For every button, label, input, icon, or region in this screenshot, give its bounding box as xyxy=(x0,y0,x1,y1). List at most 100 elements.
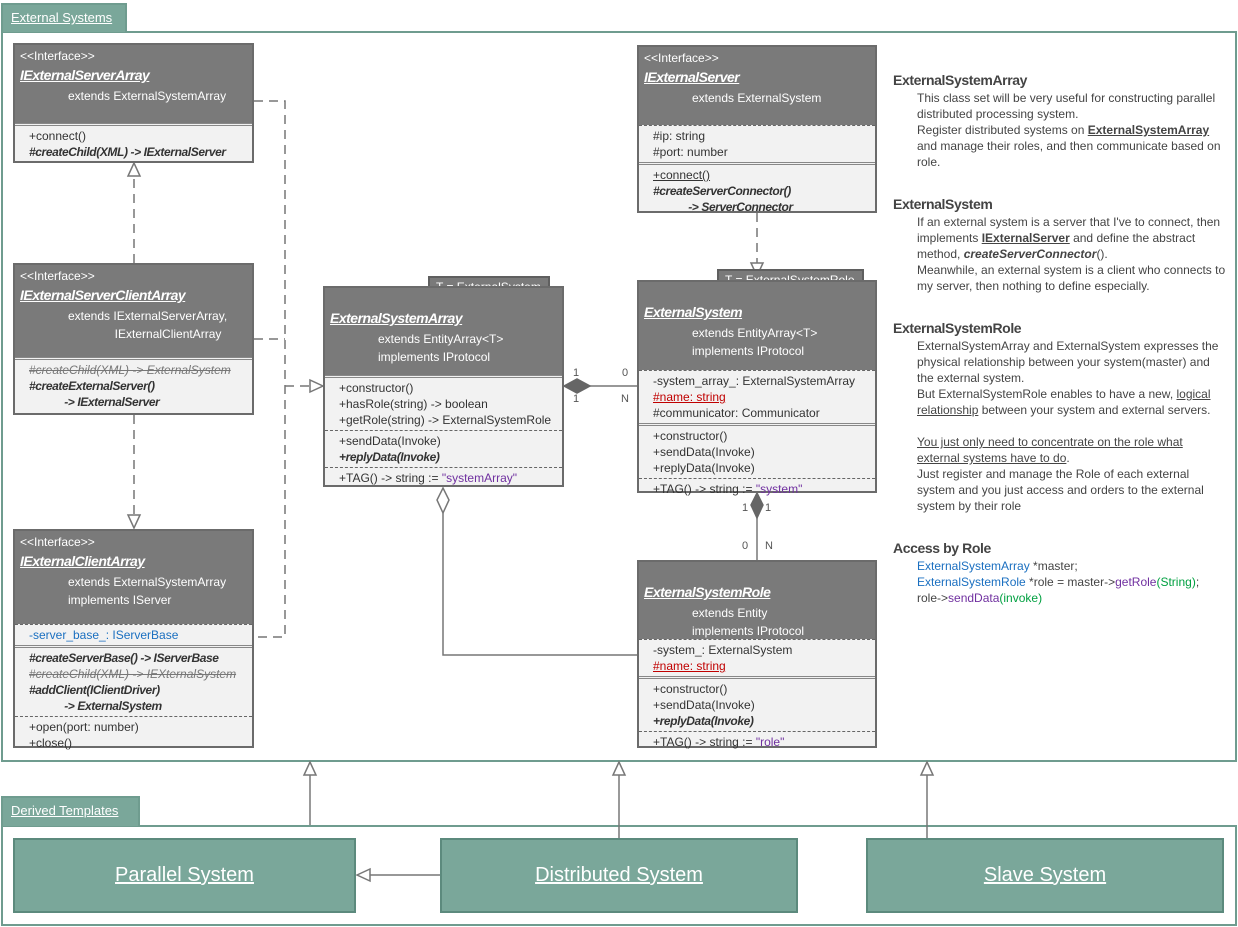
member-section: -system_array_: ExternalSystemArray #name… xyxy=(639,370,875,423)
class-iexternalserverarray[interactable]: <<Interface>> IExternalServerArray extends… xyxy=(13,43,254,163)
member-section: -server_base_: IServerBase xyxy=(15,624,252,645)
class-member: #name: string xyxy=(653,658,875,674)
class-member: -> ServerConnector xyxy=(653,199,875,215)
class-iexternalserverclientarray[interactable]: <<Interface>> IExternalServerClientArray e… xyxy=(13,263,254,415)
class-member: +getRole(string) -> ExternalSystemRole xyxy=(339,412,562,428)
member-section: +constructor() +sendData(Invoke) +replyDat… xyxy=(639,423,875,478)
class-member: +connect() xyxy=(29,128,252,144)
note-line: and manage their roles, and then communi… xyxy=(917,139,1221,169)
note-line: Register distributed systems on xyxy=(917,123,1088,137)
multiplicity: 0 xyxy=(622,367,629,379)
member-text: +replyData(Invoke) xyxy=(339,450,440,464)
class-member: -system_: ExternalSystem xyxy=(653,642,875,658)
member-text: #name: string xyxy=(653,659,726,673)
class-member: +constructor() xyxy=(653,681,875,697)
class-externalsystemarray[interactable]: ExternalSystemArray extends EntityArray<T… xyxy=(323,286,564,487)
distributed-system-box[interactable]: Distributed System xyxy=(440,838,798,913)
member-section: #createChild(XML) -> ExternalSystem #crea… xyxy=(15,357,252,412)
parallel-system-label[interactable]: Parallel System xyxy=(115,864,254,887)
member-text: +open(port: number) xyxy=(29,720,139,734)
class-member: +TAG() -> string := "role" xyxy=(653,734,875,750)
note-title: ExternalSystemRole xyxy=(893,320,1022,336)
class-member: +open(port: number) xyxy=(29,719,252,735)
parallel-system-box[interactable]: Parallel System xyxy=(13,838,356,913)
class-name[interactable]: IExternalServer xyxy=(644,69,870,85)
note-line: This class set will be very useful for c… xyxy=(917,91,1216,121)
class-name[interactable]: ExternalSystemRole xyxy=(644,584,870,600)
class-member: -server_base_: IServerBase xyxy=(29,627,252,643)
class-name[interactable]: ExternalSystemArray xyxy=(330,310,557,326)
class-member: +TAG() -> string := "system" xyxy=(653,481,875,497)
note-line: Meanwhile, an external system is a clien… xyxy=(917,263,1226,293)
stereotype: <<Interface>> xyxy=(644,51,719,65)
member-text: #createChild(XML) -> IExternalServer xyxy=(29,145,226,159)
note-text: If an external system is a server that I… xyxy=(893,214,1228,294)
member-text: #port: number xyxy=(653,145,728,159)
multiplicity: 1 xyxy=(573,393,580,405)
class-header: <<Interface>> IExternalServerClientArray e… xyxy=(15,265,252,357)
class-member: #ip: string xyxy=(653,128,875,144)
member-section: +TAG() -> string := "systemArray" xyxy=(325,467,562,488)
stereotype-spacer xyxy=(330,292,557,306)
class-member: +replyData(Invoke) xyxy=(339,449,562,465)
note-line: . xyxy=(1066,451,1070,465)
class-name[interactable]: IExternalServerArray xyxy=(20,67,247,83)
member-text: +close() xyxy=(29,736,73,750)
note-emphasis: You just only need to concentrate on the… xyxy=(917,435,1183,465)
member-text: #ip: string xyxy=(653,129,706,143)
code-function: getRole xyxy=(1115,575,1157,589)
code-arg: (invoke) xyxy=(999,591,1043,605)
class-member: #createChild(XML) -> IEXternalSystem xyxy=(29,666,252,682)
stereotype-spacer xyxy=(644,566,870,580)
class-member: #port: number xyxy=(653,144,875,160)
class-member: #addClient(IClientDriver) xyxy=(29,682,252,698)
distributed-system-label[interactable]: Distributed System xyxy=(535,864,703,887)
link-iexternalserver[interactable]: IExternalServer xyxy=(982,231,1070,245)
multiplicity: 1 xyxy=(573,367,580,379)
class-member: #communicator: Communicator xyxy=(653,405,875,421)
class-member: #createServerBase() -> IServerBase xyxy=(29,650,252,666)
member-text: +TAG() -> string := xyxy=(653,482,756,496)
member-text: -system_: ExternalSystem xyxy=(653,643,793,657)
member-value: "systemArray" xyxy=(441,471,518,485)
member-section: +connect() #createServerConnector() -> Se… xyxy=(639,162,875,217)
class-iexternalserver[interactable]: <<Interface>> IExternalServer extends Exte… xyxy=(637,45,877,214)
member-text: +hasRole(string) -> boolean xyxy=(339,397,488,411)
class-member: +replyData(Invoke) xyxy=(653,460,875,476)
member-section: +open(port: number) +close() xyxy=(15,716,252,753)
member-text: +constructor() xyxy=(339,381,414,395)
code-type: ExternalSystemRole xyxy=(917,575,1026,589)
class-externalsystemrole[interactable]: ExternalSystemRole extends Entity implemen… xyxy=(637,560,877,750)
member-text: #createServerBase() -> IServerBase xyxy=(29,651,219,665)
class-extends: extends Entity xyxy=(692,606,768,620)
class-extends: extends ExternalSystemArray xyxy=(68,575,227,589)
class-externalsystem[interactable]: ExternalSystem extends EntityArray<T> impl… xyxy=(637,280,877,496)
class-member: -> IExternalServer xyxy=(29,394,252,410)
stereotype: <<Interface>> xyxy=(20,49,95,63)
slave-system-label[interactable]: Slave System xyxy=(984,864,1106,887)
member-text: #addClient(IClientDriver) xyxy=(29,683,160,697)
class-extends: implements IProtocol xyxy=(692,344,805,358)
code-arg: (String) xyxy=(1156,575,1196,589)
class-iexternalclientarray[interactable]: <<Interface>> IExternalClientArray extends… xyxy=(13,529,254,750)
member-text: +sendData(Invoke) xyxy=(653,698,755,712)
stereotype: <<Interface>> xyxy=(20,535,95,549)
member-section: +connect() #createChild(XML) -> IExternal… xyxy=(15,123,252,162)
class-header: ExternalSystemArray extends EntityArray<T… xyxy=(325,288,562,375)
note-title: ExternalSystemArray xyxy=(893,72,1028,88)
member-text: -> ServerConnector xyxy=(653,200,793,214)
slave-system-box[interactable]: Slave System xyxy=(866,838,1224,913)
class-name[interactable]: IExternalServerClientArray xyxy=(20,287,247,303)
class-header: <<Interface>> IExternalServerArray extends… xyxy=(15,45,252,123)
class-extends: implements IProtocol xyxy=(692,624,805,638)
note-title: Access by Role xyxy=(893,540,991,556)
class-member: +sendData(Invoke) xyxy=(339,433,562,449)
member-text: -> ExternalSystem xyxy=(29,699,162,713)
note-line: Just register and manage the Role of eac… xyxy=(917,467,1204,513)
class-member: +TAG() -> string := "systemArray" xyxy=(339,470,562,486)
member-section: #ip: string #port: number xyxy=(639,125,875,162)
class-name[interactable]: ExternalSystem xyxy=(644,304,870,320)
note-line: (). xyxy=(1096,247,1108,261)
class-name[interactable]: IExternalClientArray xyxy=(20,553,247,569)
link-externalsystemarray[interactable]: ExternalSystemArray xyxy=(1088,123,1209,137)
